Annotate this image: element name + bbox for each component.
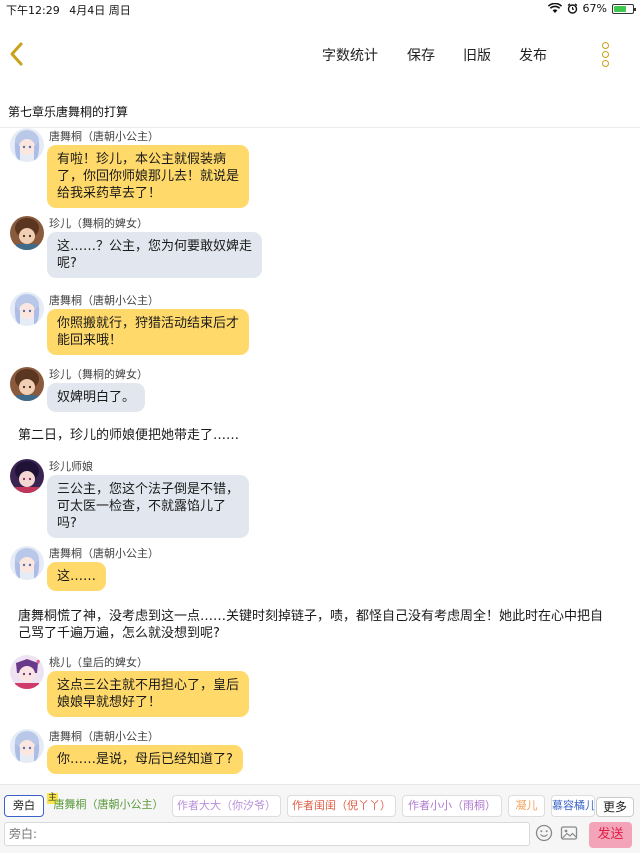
role-tab[interactable]: 唐舞桐（唐朝小公主） — [52, 795, 165, 817]
sender-name: 唐舞桐（唐朝小公主） — [49, 294, 159, 307]
publish-button[interactable]: 发布 — [519, 45, 547, 65]
battery-level-fill — [614, 5, 626, 12]
avatar-zhen-er[interactable] — [10, 367, 44, 401]
input-bar: 发送 — [0, 818, 640, 853]
status-bar: 下午12:29 4月4日 周日 67% — [0, 0, 640, 17]
role-selector-bar: 旁白 主 唐舞桐（唐朝小公主） 作者大大（你汐爷） 作者闺闺（倪丫丫） 作者小小… — [0, 784, 640, 818]
back-chevron-icon[interactable] — [6, 39, 28, 69]
role-label: 作者闺闺（倪丫丫） — [292, 799, 391, 812]
message-bubble[interactable]: 你照搬就行，狩猎活动结束后才 能回来哦！ — [47, 309, 250, 355]
editor-toolbar: 字数统计 保存 旧版 发布 — [0, 17, 640, 92]
message-input[interactable] — [4, 822, 530, 846]
send-button[interactable]: 发送 — [589, 822, 632, 848]
chapter-title: 第七章乐唐舞桐的打算 — [8, 105, 129, 119]
sender-name: 珍儿（舞桐的婢女） — [49, 217, 148, 230]
old-version-button[interactable]: 旧版 — [463, 45, 491, 65]
save-button[interactable]: 保存 — [407, 45, 435, 65]
role-label: 作者大大（你汐爷） — [177, 799, 276, 812]
word-count-button[interactable]: 字数统计 — [322, 45, 378, 65]
avatar-zhen-er[interactable] — [10, 216, 44, 250]
wifi-icon — [547, 3, 562, 13]
avatar-tao-er[interactable] — [10, 655, 44, 689]
message-bubble[interactable]: 有啦！珍儿，本公主就假装病 了，你回你师娘那儿去！就说是 给我采药草去了！ — [47, 145, 250, 208]
role-narrator-tab[interactable]: 旁白 — [4, 795, 44, 817]
role-label: 作者小小（雨桐） — [408, 799, 496, 812]
message-bubble[interactable]: 这…… — [47, 562, 107, 591]
message-bubble[interactable]: 这点三公主就不用担心了，皇后 娘娘早就想好了！ — [47, 671, 250, 717]
role-tab[interactable]: 作者大大（你汐爷） — [172, 795, 281, 817]
role-label: 旁白 — [13, 799, 35, 812]
avatar-tang-wutong[interactable] — [10, 729, 44, 763]
battery-icon — [612, 3, 636, 14]
status-date: 4月4日 周日 — [69, 4, 131, 17]
role-tab[interactable]: 凝儿 — [508, 795, 545, 817]
avatar-zhen-er-shiniang[interactable] — [10, 459, 44, 493]
role-label: 唐舞桐（唐朝小公主） — [53, 798, 164, 811]
role-tab[interactable]: 作者闺闺（倪丫丫） — [287, 795, 396, 817]
role-label: 慕容橘儿 — [552, 799, 595, 812]
avatar-tang-wutong[interactable] — [10, 128, 44, 162]
emoji-icon[interactable] — [535, 824, 553, 842]
narration-text[interactable]: 第二日，珍儿的师娘便把她带走了…… — [18, 427, 239, 444]
avatar-tang-wutong[interactable] — [10, 546, 44, 580]
role-tab[interactable]: 慕容橘儿 — [551, 795, 595, 817]
sender-name: 珍儿师娘 — [49, 460, 93, 473]
more-options-icon[interactable] — [598, 42, 612, 70]
image-icon[interactable] — [560, 824, 578, 842]
message-bubble[interactable]: 奴婢明白了。 — [47, 383, 146, 412]
battery-percentage: 67% — [582, 2, 607, 15]
more-roles-button[interactable]: 更多 — [596, 797, 634, 817]
role-tab[interactable]: 作者小小（雨桐） — [402, 795, 502, 817]
status-time: 下午12:29 — [6, 4, 60, 17]
sender-name: 唐舞桐（唐朝小公主） — [49, 730, 159, 743]
sender-name: 桃儿（皇后的婢女） — [49, 656, 148, 669]
sender-name: 唐舞桐（唐朝小公主） — [49, 547, 159, 560]
chat-area[interactable]: 唐舞桐（唐朝小公主） 有啦！珍儿，本公主就假装病 了，你回你师娘那儿去！就说是 … — [0, 128, 640, 784]
narration-text[interactable]: 唐舞桐慌了神，没考虑到这一点……关键时刻掉链子，啧，都怪自己没有考虑周全！她此时… — [18, 608, 603, 642]
message-bubble[interactable]: 这……？公主，您为何要敢奴婢走 呢? — [47, 232, 263, 278]
avatar-tang-wutong[interactable] — [10, 292, 44, 326]
role-label: 凝儿 — [515, 799, 538, 812]
message-bubble[interactable]: 你……是说，母后已经知道了? — [47, 745, 243, 774]
sender-name: 唐舞桐（唐朝小公主） — [49, 130, 159, 143]
alarm-icon — [567, 3, 577, 14]
sender-name: 珍儿（舞桐的婢女） — [49, 368, 148, 381]
message-bubble[interactable]: 三公主，您这个法子倒是不错， 可太医一检查，不就露馅儿了 吗? — [47, 475, 250, 538]
